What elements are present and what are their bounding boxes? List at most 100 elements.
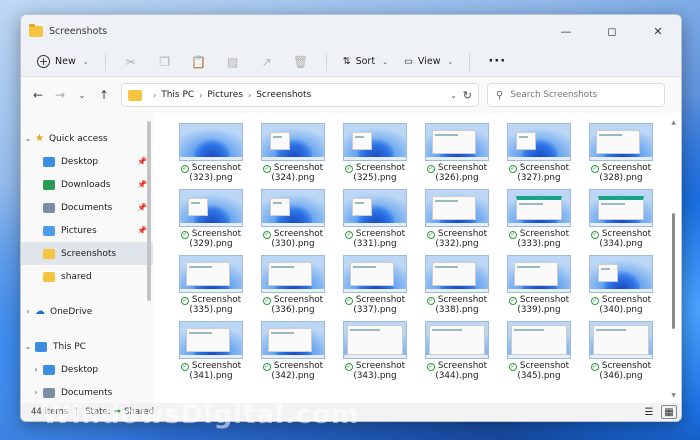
details-view-icon[interactable]: ☰ xyxy=(641,405,657,419)
breadcrumb-pictures[interactable]: Pictures xyxy=(207,90,243,100)
file-tile[interactable]: ✓ Screenshot (338).png xyxy=(421,255,493,315)
file-name: ✓ Screenshot (340).png xyxy=(590,295,652,315)
image-thumbnail xyxy=(343,321,407,359)
chevron-down-icon[interactable]: ⌄ xyxy=(71,84,93,106)
sidebar-item-pictures[interactable]: Pictures 📌 xyxy=(21,219,153,242)
file-tile[interactable]: ✓ Screenshot (331).png xyxy=(339,189,411,249)
file-name: ✓ Screenshot (323).png xyxy=(180,163,242,183)
breadcrumb-this-pc[interactable]: This PC xyxy=(161,90,194,100)
pin-icon[interactable]: 📌 xyxy=(137,157,147,166)
sidebar-item-shared[interactable]: shared xyxy=(21,265,153,288)
chevron-down-icon[interactable]: ⌄ xyxy=(450,91,457,100)
nav-item-label: Screenshots xyxy=(61,248,117,259)
file-tile[interactable]: ✓ Screenshot (332).png xyxy=(421,189,493,249)
share-icon[interactable]: ↗ xyxy=(250,51,284,73)
sidebar-item-downloads[interactable]: Downloads 📌 xyxy=(21,173,153,196)
scroll-down-icon[interactable]: ▼ xyxy=(671,392,676,399)
file-tile[interactable]: ✓ Screenshot (343).png xyxy=(339,321,411,381)
file-tile[interactable]: ✓ Screenshot (327).png xyxy=(503,123,575,183)
file-name: ✓ Screenshot (329).png xyxy=(180,229,242,249)
vertical-scrollbar[interactable] xyxy=(672,213,675,329)
sidebar-item-documents[interactable]: Documents 📌 xyxy=(21,196,153,219)
search-box[interactable]: ⚲ xyxy=(487,83,665,107)
chevron-right-icon[interactable]: › xyxy=(29,365,43,374)
sidebar-item-desktop[interactable]: Desktop 📌 xyxy=(21,150,153,173)
file-tile[interactable]: ✓ Screenshot (335).png xyxy=(175,255,247,315)
large-icons-view-icon[interactable]: ▦ xyxy=(661,405,677,419)
nav-item-label: shared xyxy=(61,271,92,282)
folder-icon xyxy=(43,364,55,375)
sort-button[interactable]: ⇅ Sort ⌄ xyxy=(335,51,396,73)
title-bar[interactable]: Screenshots — ◻ ✕ xyxy=(21,15,681,47)
delete-icon[interactable]: 🗑 xyxy=(284,51,318,73)
view-button[interactable]: ▭ View ⌄ xyxy=(396,51,461,73)
rename-icon[interactable]: ▧ xyxy=(216,51,250,73)
maximize-button[interactable]: ◻ xyxy=(589,15,635,47)
file-tile[interactable]: ✓ Screenshot (333).png xyxy=(503,189,575,249)
sync-check-icon: ✓ xyxy=(590,297,599,305)
chevron-down-icon: ⌄ xyxy=(82,57,89,66)
copy-icon[interactable]: ❐ xyxy=(148,51,182,73)
nav-scrollbar[interactable] xyxy=(147,121,151,301)
back-arrow-icon[interactable]: ← xyxy=(27,84,49,106)
chevron-down-icon[interactable]: ⌄ xyxy=(21,342,35,351)
file-name: ✓ Screenshot (339).png xyxy=(508,295,570,315)
close-button[interactable]: ✕ xyxy=(635,15,681,47)
sync-check-icon: ✓ xyxy=(590,165,599,173)
file-tile[interactable]: ✓ Screenshot (342).png xyxy=(257,321,329,381)
more-options-button[interactable]: ··· xyxy=(478,54,516,69)
nav-this-pc[interactable]: ⌄ This PC xyxy=(21,335,153,358)
nav-onedrive[interactable]: › ☁ OneDrive xyxy=(21,300,153,323)
chevron-right-icon[interactable]: › xyxy=(29,388,43,397)
refresh-icon[interactable]: ↻ xyxy=(463,89,472,102)
file-tile[interactable]: ✓ Screenshot (328).png xyxy=(585,123,657,183)
file-tile[interactable]: ✓ Screenshot (329).png xyxy=(175,189,247,249)
image-thumbnail xyxy=(261,321,325,359)
search-input[interactable] xyxy=(510,90,651,100)
pin-icon[interactable]: 📌 xyxy=(137,180,147,189)
file-tile[interactable]: ✓ Screenshot (337).png xyxy=(339,255,411,315)
file-tile[interactable]: ✓ Screenshot (325).png xyxy=(339,123,411,183)
paste-icon[interactable]: 📋 xyxy=(182,51,216,73)
chevron-down-icon[interactable]: ⌄ xyxy=(21,134,35,143)
file-tile[interactable]: ✓ Screenshot (345).png xyxy=(503,321,575,381)
chevron-right-icon[interactable]: › xyxy=(21,307,35,316)
forward-arrow-icon[interactable]: → xyxy=(49,84,71,106)
image-thumbnail xyxy=(589,123,653,161)
file-name: ✓ Screenshot (343).png xyxy=(344,361,406,381)
image-thumbnail xyxy=(261,123,325,161)
new-button[interactable]: + New ⌄ xyxy=(29,51,97,73)
file-tile[interactable]: ✓ Screenshot (341).png xyxy=(175,321,247,381)
sidebar-item-screenshots[interactable]: Screenshots xyxy=(21,242,153,265)
pin-icon[interactable]: 📌 xyxy=(137,203,147,212)
minimize-button[interactable]: — xyxy=(543,15,589,47)
chevron-down-icon: ⌄ xyxy=(447,57,454,66)
address-bar[interactable]: › This PC › Pictures › Screenshots ⌄ ↻ xyxy=(121,83,479,107)
file-tile[interactable]: ✓ Screenshot (324).png xyxy=(257,123,329,183)
cut-icon[interactable]: ✂ xyxy=(114,51,148,73)
file-tile[interactable]: ✓ Screenshot (323).png xyxy=(175,123,247,183)
file-tile[interactable]: ✓ Screenshot (346).png xyxy=(585,321,657,381)
folder-icon xyxy=(43,271,55,282)
nav-item-label: Pictures xyxy=(61,225,97,236)
image-thumbnail xyxy=(343,189,407,227)
breadcrumb-screenshots[interactable]: Screenshots xyxy=(256,90,311,100)
file-tile[interactable]: ✓ Screenshot (340).png xyxy=(585,255,657,315)
pin-icon[interactable]: 📌 xyxy=(137,226,147,235)
sync-check-icon: ✓ xyxy=(180,363,189,371)
file-tile[interactable]: ✓ Screenshot (330).png xyxy=(257,189,329,249)
file-tile[interactable]: ✓ Screenshot (326).png xyxy=(421,123,493,183)
file-tile[interactable]: ✓ Screenshot (336).png xyxy=(257,255,329,315)
sync-check-icon: ✓ xyxy=(344,363,353,371)
sync-check-icon: ✓ xyxy=(344,297,353,305)
file-tile[interactable]: ✓ Screenshot (334).png xyxy=(585,189,657,249)
sidebar-item-pc-desktop[interactable]: › Desktop xyxy=(21,358,153,381)
file-tile[interactable]: ✓ Screenshot (344).png xyxy=(421,321,493,381)
nav-quick-access[interactable]: ⌄ ★ Quick access xyxy=(21,127,153,150)
up-arrow-icon[interactable]: ↑ xyxy=(93,84,115,106)
navigation-pane: ⌄ ★ Quick access Desktop 📌 Downloads 📌 Docum… xyxy=(21,113,153,403)
file-explorer-window: Screenshots — ◻ ✕ + New ⌄ ✂ ❐ 📋 ▧ ↗ 🗑 ⇅ … xyxy=(20,14,682,422)
sync-check-icon: ✓ xyxy=(508,363,517,371)
file-tile[interactable]: ✓ Screenshot (339).png xyxy=(503,255,575,315)
scroll-up-icon[interactable]: ▲ xyxy=(671,119,676,126)
